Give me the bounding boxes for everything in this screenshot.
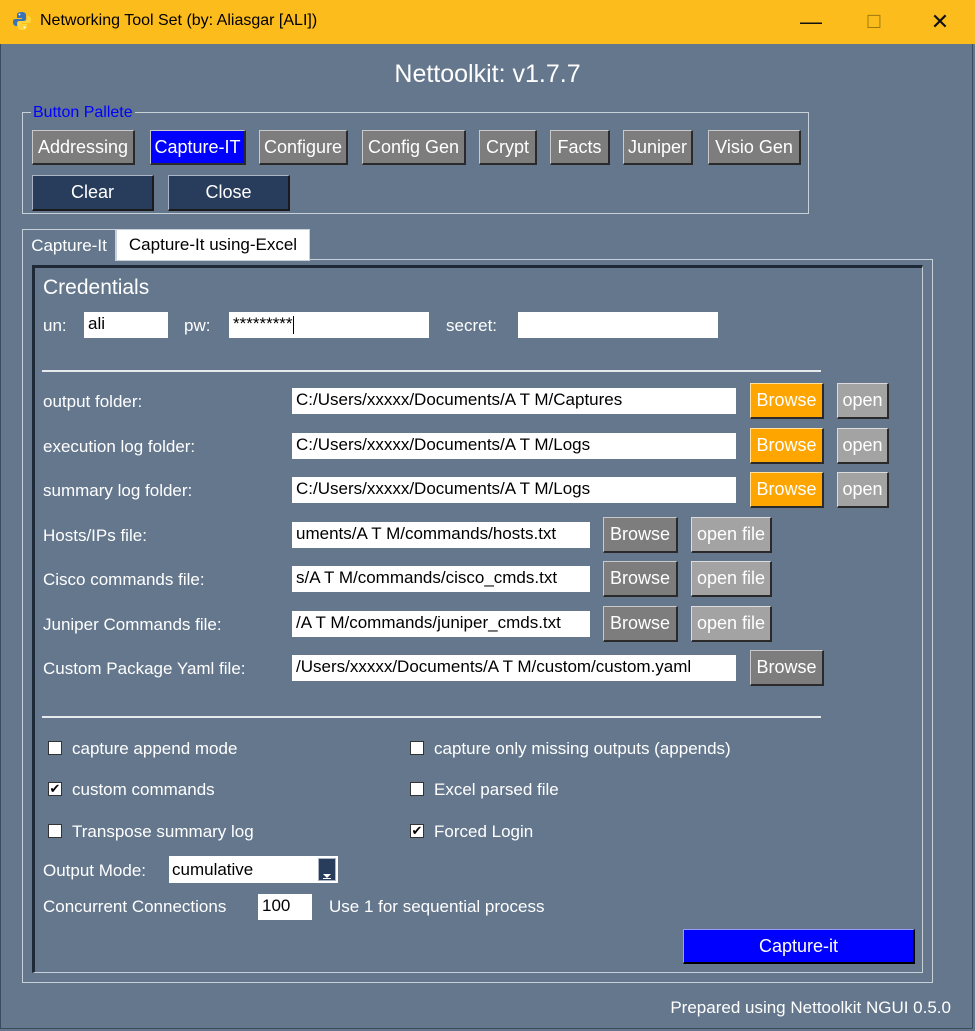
juniper-commands-file-input[interactable]: /A T M/commands/juniper_cmds.txt: [292, 611, 590, 637]
tab-capture-it-excel[interactable]: Capture-It using-Excel: [116, 229, 310, 261]
addressing-button[interactable]: Addressing: [32, 130, 135, 165]
cisco-commands-browse-button[interactable]: Browse: [603, 561, 678, 597]
password-label: pw:: [184, 316, 211, 335]
capture-it-button[interactable]: Capture-IT: [150, 130, 246, 165]
configure-button[interactable]: Configure: [259, 130, 348, 165]
secret-label: secret:: [446, 316, 498, 335]
python-icon: [13, 12, 31, 30]
username-label: un:: [43, 316, 67, 335]
cisco-commands-open-button[interactable]: open file: [691, 561, 772, 597]
concurrent-connections-label: Concurrent Connections: [43, 897, 227, 916]
summary-log-browse-button[interactable]: Browse: [750, 472, 824, 508]
hosts-file-browse-button[interactable]: Browse: [603, 517, 678, 553]
maximize-button[interactable]: ☐: [851, 0, 897, 44]
footer-text: Prepared using Nettoolkit NGUI 0.5.0: [670, 998, 951, 1017]
excel-parsed-file-checkbox[interactable]: [410, 782, 424, 796]
palette-legend: Button Pallete: [31, 104, 135, 122]
capture-only-missing-label: capture only missing outputs (appends): [434, 739, 731, 758]
minimize-button[interactable]: —: [788, 0, 834, 44]
custom-commands-label: custom commands: [72, 780, 215, 799]
cisco-commands-file-label: Cisco commands file:: [43, 570, 205, 589]
clear-button[interactable]: Clear: [32, 175, 154, 211]
transpose-summary-log-checkbox[interactable]: [48, 824, 62, 838]
output-mode-value: cumulative: [172, 860, 254, 879]
forced-login-label: Forced Login: [434, 822, 534, 841]
hosts-file-label: Hosts/IPs file:: [43, 526, 147, 545]
dropdown-arrow-icon[interactable]: [318, 858, 336, 881]
summary-log-open-button[interactable]: open: [837, 472, 889, 508]
summary-log-folder-input[interactable]: C:/Users/xxxxx/Documents/A T M/Logs: [292, 477, 736, 503]
hosts-file-open-button[interactable]: open file: [691, 517, 772, 553]
output-mode-label: Output Mode:: [43, 861, 147, 880]
capture-it-run-button[interactable]: Capture-it: [683, 929, 915, 964]
credentials-heading: Credentials: [43, 276, 150, 299]
execution-log-open-button[interactable]: open: [837, 428, 889, 464]
capture-append-mode-checkbox[interactable]: [48, 741, 62, 755]
capture-append-mode-label: capture append mode: [72, 739, 238, 758]
separator: [42, 716, 821, 718]
output-folder-open-button[interactable]: open: [837, 383, 889, 419]
output-folder-input[interactable]: C:/Users/xxxxx/Documents/A T M/Captures: [292, 388, 736, 414]
execution-log-browse-button[interactable]: Browse: [750, 428, 824, 464]
concurrent-connections-input[interactable]: 100: [258, 894, 312, 920]
separator: [42, 370, 821, 372]
facts-button[interactable]: Facts: [550, 130, 610, 165]
custom-commands-checkbox[interactable]: ✔: [48, 782, 62, 796]
hosts-file-input[interactable]: uments/A T M/commands/hosts.txt: [292, 522, 590, 548]
app-title: Nettoolkit: v1.7.7: [394, 60, 581, 88]
capture-only-missing-checkbox[interactable]: [410, 741, 424, 755]
juniper-commands-browse-button[interactable]: Browse: [603, 606, 678, 642]
excel-parsed-file-label: Excel parsed file: [434, 780, 559, 799]
config-gen-button[interactable]: Config Gen: [362, 130, 466, 165]
password-value: *********: [233, 314, 293, 333]
custom-yaml-input[interactable]: /Users/xxxxx/Documents/A T M/custom/cust…: [292, 655, 736, 681]
forced-login-checkbox[interactable]: ✔: [410, 824, 424, 838]
juniper-commands-file-label: Juniper Commands file:: [43, 615, 222, 634]
password-input[interactable]: *********: [229, 312, 429, 338]
transpose-summary-log-label: Transpose summary log: [72, 822, 254, 841]
cisco-commands-file-input[interactable]: s/A T M/commands/cisco_cmds.txt: [292, 566, 590, 592]
custom-yaml-browse-button[interactable]: Browse: [750, 650, 824, 686]
juniper-commands-open-button[interactable]: open file: [691, 606, 772, 642]
custom-yaml-label: Custom Package Yaml file:: [43, 659, 246, 678]
summary-log-folder-label: summary log folder:: [43, 481, 193, 500]
output-folder-browse-button[interactable]: Browse: [750, 383, 824, 419]
output-folder-label: output folder:: [43, 392, 143, 411]
secret-input[interactable]: [518, 312, 718, 338]
execution-log-folder-label: execution log folder:: [43, 437, 196, 456]
crypt-button[interactable]: Crypt: [479, 130, 537, 165]
output-mode-select[interactable]: cumulative: [169, 856, 338, 883]
username-input[interactable]: ali: [84, 312, 168, 338]
execution-log-folder-input[interactable]: C:/Users/xxxxx/Documents/A T M/Logs: [292, 433, 736, 459]
window-title: Networking Tool Set (by: Aliasgar [ALI]): [40, 12, 318, 29]
tab-capture-it[interactable]: Capture-It: [22, 229, 116, 261]
close-window-button[interactable]: ✕: [917, 0, 963, 44]
text-cursor: [292, 315, 294, 334]
close-button[interactable]: Close: [168, 175, 290, 211]
visio-gen-button[interactable]: Visio Gen: [708, 130, 801, 165]
concurrent-hint: Use 1 for sequential process: [329, 897, 545, 916]
juniper-button[interactable]: Juniper: [623, 130, 693, 165]
